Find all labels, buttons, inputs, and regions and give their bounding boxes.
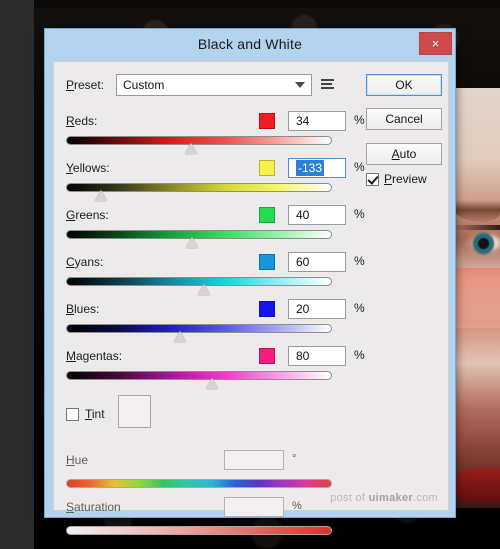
preset-select[interactable]: Custom [116, 74, 312, 96]
background-left-strip [0, 0, 34, 549]
slider-thumb[interactable] [95, 190, 108, 201]
slider-value-input[interactable]: 20 [288, 299, 346, 319]
dialog-title: Black and White [197, 36, 303, 52]
tint-label: Tint [85, 407, 105, 421]
tint-color-swatch[interactable] [118, 395, 151, 428]
slider-color-swatch [259, 113, 275, 129]
slider-value-text: 20 [296, 302, 310, 316]
ok-button[interactable]: OK [366, 74, 442, 96]
slider-value-text: 60 [296, 255, 310, 269]
slider-value-text: 40 [296, 208, 310, 222]
black-and-white-dialog: Black and White × Preset: Custom OK Canc… [44, 28, 456, 535]
slider-value-input[interactable]: 40 [288, 205, 346, 225]
saturation-unit: % [292, 500, 302, 512]
dialog-titlebar[interactable]: Black and White × [45, 29, 455, 59]
slider-label: Yellows: [66, 161, 110, 175]
chevron-down-icon [295, 82, 305, 88]
slider-track[interactable] [66, 324, 332, 333]
slider-row: Reds: 34% [66, 110, 438, 157]
slider-label: Blues: [66, 302, 100, 316]
slider-track[interactable] [66, 371, 332, 380]
slider-label: Magentas: [66, 349, 123, 363]
slider-row: Magentas: 80% [66, 345, 438, 392]
slider-color-swatch [259, 254, 275, 270]
close-icon[interactable]: × [419, 32, 452, 55]
slider-color-swatch [259, 301, 275, 317]
slider-value-text: 80 [296, 349, 310, 363]
slider-color-swatch [259, 348, 275, 364]
background-lip [454, 468, 500, 502]
slider-value-text: 34 [296, 114, 310, 128]
tint-checkbox-row[interactable]: Tint [66, 407, 105, 421]
saturation-input[interactable] [224, 497, 284, 517]
slider-value-input[interactable]: -133 [288, 158, 346, 178]
dialog-body: Preset: Custom OK Cancel Auto Preview Re… [53, 61, 449, 535]
slider-value-input[interactable]: 80 [288, 346, 346, 366]
tint-checkbox[interactable] [66, 407, 79, 421]
slider-label: Cyans: [66, 255, 104, 269]
slider-row: Yellows: -133% [66, 157, 438, 204]
watermark-suffix: .com [412, 492, 438, 504]
slider-thumb[interactable] [185, 143, 198, 154]
slider-value-text: -133 [296, 160, 325, 176]
slider-unit: % [354, 113, 365, 127]
slider-unit: % [354, 301, 365, 315]
background-eyelash [456, 225, 500, 230]
slider-value-input[interactable]: 60 [288, 252, 346, 272]
preset-options-icon[interactable] [320, 76, 338, 94]
preset-row: Preset: Custom [66, 74, 338, 96]
background-iris [473, 233, 494, 254]
slider-thumb[interactable] [206, 378, 219, 389]
hue-track[interactable] [66, 479, 332, 488]
slider-color-swatch [259, 160, 275, 176]
saturation-track[interactable] [66, 526, 332, 535]
slider-track[interactable] [66, 136, 332, 145]
watermark-brand: uimaker [368, 492, 413, 504]
slider-label: Greens: [66, 208, 109, 222]
color-sliders: Reds: 34% Yellows: -133% Greens: 40% Cyans: 60%… [66, 110, 438, 392]
hue-label: Hue [66, 453, 89, 467]
slider-unit: % [354, 348, 365, 362]
slider-thumb[interactable] [174, 331, 187, 342]
preset-value: Custom [123, 78, 165, 92]
slider-row: Blues: 20% [66, 298, 438, 345]
slider-row: Cyans: 60% [66, 251, 438, 298]
slider-unit: % [354, 160, 365, 174]
slider-thumb[interactable] [186, 237, 199, 248]
slider-row: Greens: 40% [66, 204, 438, 251]
watermark: post of uimaker.com [330, 492, 438, 504]
saturation-label: Saturation [66, 500, 121, 514]
background-top-edge [34, 0, 500, 8]
screen: Black and White × Preset: Custom OK Canc… [0, 0, 500, 549]
slider-color-swatch [259, 207, 275, 223]
hue-unit: ° [292, 453, 297, 465]
slider-unit: % [354, 207, 365, 221]
slider-label: Reds: [66, 114, 98, 128]
slider-thumb[interactable] [198, 284, 211, 295]
slider-unit: % [354, 254, 365, 268]
background-cheek [454, 268, 500, 328]
hue-input[interactable] [224, 450, 284, 470]
slider-value-input[interactable]: 34 [288, 111, 346, 131]
watermark-prefix: post of [330, 492, 369, 504]
preset-label: Preset: [66, 78, 105, 92]
